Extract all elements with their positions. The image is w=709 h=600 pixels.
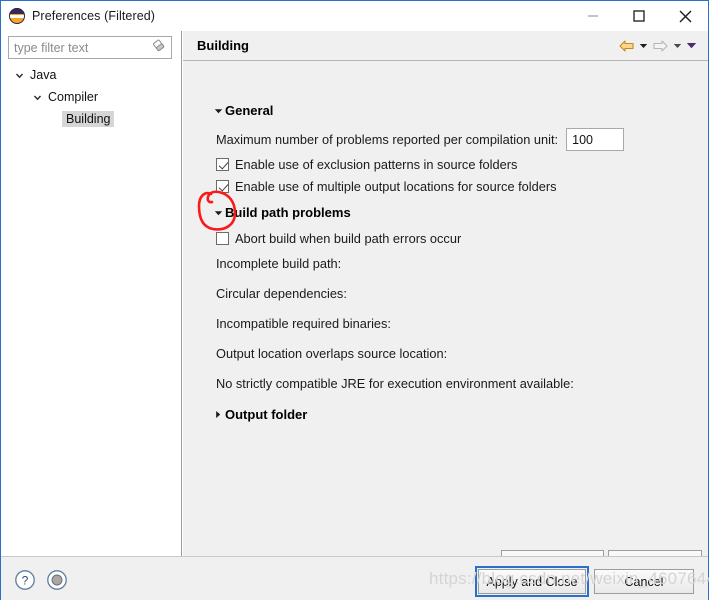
severity-label: Incompatible required binaries: <box>216 316 391 331</box>
chevron-down-icon[interactable] <box>12 71 26 80</box>
preference-page-content: General Maximum number of problems repor… <box>183 62 708 576</box>
severity-row-incompatible-required-binaries: Incompatible required binaries: Ignore <box>216 316 676 331</box>
multiple-output-locations-label: Enable use of multiple output locations … <box>235 179 557 194</box>
max-problems-input[interactable]: 100 <box>566 128 625 151</box>
preferences-tree: Java Compiler Building <box>2 64 181 130</box>
back-arrow-icon[interactable] <box>618 39 635 53</box>
help-question-icon[interactable]: ? <box>14 569 36 596</box>
abort-build-checkbox-row[interactable]: Abort build when build path errors occur <box>216 231 461 246</box>
tree-item-label: Java <box>30 68 57 82</box>
section-header-output-folder[interactable]: Output folder <box>211 407 307 422</box>
abort-build-checkbox[interactable] <box>216 232 229 245</box>
severity-label: Incomplete build path: <box>216 256 342 271</box>
section-label: General <box>225 103 274 118</box>
section-header-general[interactable]: General <box>211 103 273 118</box>
chevron-down-icon[interactable] <box>211 107 225 115</box>
preferences-dialog: Preferences (Filtered) type filter text <box>0 0 709 600</box>
exclusion-patterns-checkbox[interactable] <box>216 158 229 171</box>
cancel-button[interactable]: Cancel <box>594 569 694 594</box>
tree-item-label: Building <box>62 111 115 127</box>
title-bar: Preferences (Filtered) <box>1 1 708 31</box>
section-label: Build path problems <box>225 205 351 220</box>
severity-row-circular-dependencies: Circular dependencies: Error <box>216 286 676 301</box>
section-header-build-path-problems[interactable]: Build path problems <box>211 205 351 220</box>
section-label: Output folder <box>225 407 308 422</box>
severity-row-no-strictly-compatible-jre: No strictly compatible JRE for execution… <box>216 376 676 391</box>
severity-label: Circular dependencies: <box>216 286 347 301</box>
maximize-button[interactable] <box>616 1 662 31</box>
back-menu-chevron-down-icon[interactable] <box>639 42 648 50</box>
tree-item-java[interactable]: Java <box>2 64 181 86</box>
page-nav-toolbar <box>618 39 697 53</box>
multiple-output-locations-checkbox-row[interactable]: Enable use of multiple output locations … <box>216 179 557 194</box>
filter-textbox[interactable]: type filter text <box>8 36 172 59</box>
abort-build-label: Abort build when build path errors occur <box>235 231 462 246</box>
view-menu-chevron-down-icon[interactable] <box>686 41 697 50</box>
preference-page-panel: Building General Maximum number of probl… <box>183 31 708 576</box>
severity-label: No strictly compatible JRE for execution… <box>216 376 574 391</box>
eclipse-logo-icon <box>9 8 25 24</box>
minimize-button[interactable] <box>570 1 616 31</box>
preferences-tree-panel: type filter text Java Compiler Building <box>2 31 182 556</box>
dialog-button-bar: ? Apply and Close Cancel <box>1 556 708 600</box>
max-problems-row: Maximum number of problems reported per … <box>216 128 676 151</box>
window-title: Preferences (Filtered) <box>32 9 156 23</box>
chevron-right-icon[interactable] <box>211 410 225 419</box>
forward-arrow-icon <box>652 39 669 53</box>
filter-placeholder: type filter text <box>14 40 89 55</box>
severity-row-output-location-overlaps: Output location overlaps source location… <box>216 346 676 361</box>
forward-menu-chevron-down-icon[interactable] <box>673 42 682 50</box>
page-header: Building <box>183 31 708 61</box>
chevron-down-icon[interactable] <box>211 209 225 217</box>
window-controls <box>570 1 708 31</box>
page-title: Building <box>197 38 249 53</box>
apply-and-close-focus-ring <box>475 566 589 597</box>
pin-circle-icon[interactable] <box>46 569 68 596</box>
severity-label: Output location overlaps source location… <box>216 346 448 361</box>
exclusion-patterns-checkbox-row[interactable]: Enable use of exclusion patterns in sour… <box>216 157 517 172</box>
multiple-output-locations-checkbox[interactable] <box>216 180 229 193</box>
chevron-down-icon[interactable] <box>30 93 44 102</box>
svg-text:?: ? <box>22 574 29 588</box>
tree-item-label: Compiler <box>48 90 99 104</box>
close-button[interactable] <box>662 1 708 31</box>
max-problems-label: Maximum number of problems reported per … <box>216 132 559 147</box>
tree-item-compiler[interactable]: Compiler <box>2 86 181 108</box>
tree-item-building[interactable]: Building <box>2 108 181 130</box>
severity-row-incomplete-build-path: Incomplete build path: Error <box>216 256 676 271</box>
exclusion-patterns-label: Enable use of exclusion patterns in sour… <box>235 157 518 172</box>
eraser-icon[interactable] <box>151 38 167 57</box>
